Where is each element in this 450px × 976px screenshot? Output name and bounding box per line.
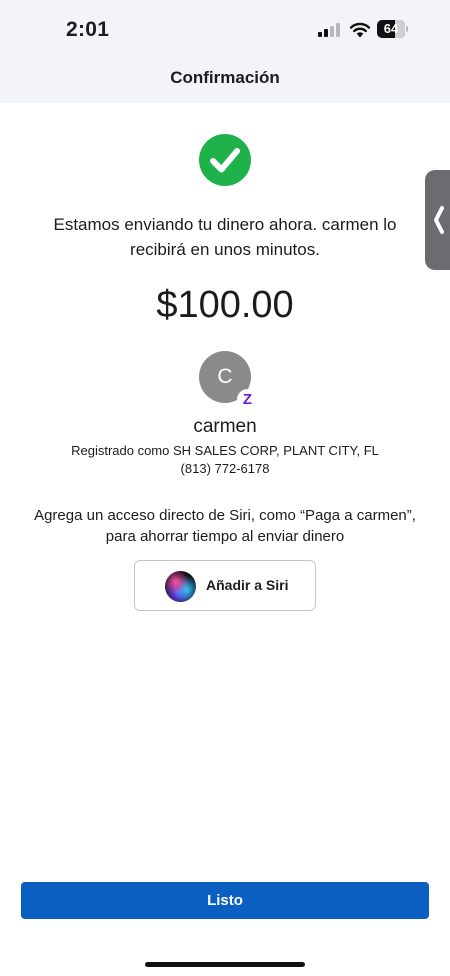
status-time: 2:01 <box>66 18 110 41</box>
recipient-name: carmen <box>193 416 257 437</box>
header: 2:01 64 Confirmación <box>0 0 450 103</box>
cellular-signal-icon <box>318 23 342 37</box>
checkmark-circle-icon <box>199 134 251 186</box>
battery-percentage: 64 <box>383 21 399 36</box>
add-to-siri-label: Añadir a Siri <box>206 577 289 593</box>
side-panel-handle[interactable] <box>425 170 450 270</box>
siri-icon <box>165 571 196 602</box>
page-title: Confirmación <box>170 68 280 87</box>
done-button[interactable]: Listo <box>21 882 429 919</box>
recipient-registration: Registrado como SH SALES CORP, PLANT CIT… <box>71 443 379 458</box>
siri-shortcut-prompt: Agrega un acceso directo de Siri, como “… <box>34 507 416 545</box>
amount-sent: $100.00 <box>156 284 294 326</box>
add-to-siri-button[interactable]: Añadir a Siri <box>134 560 316 611</box>
zelle-icon: Z <box>237 389 258 410</box>
recipient-phone: (813) 772-6178 <box>180 461 270 476</box>
wifi-icon <box>349 22 371 38</box>
chevron-left-icon <box>434 206 444 234</box>
home-indicator <box>145 962 305 967</box>
battery-icon: 64 <box>377 20 409 38</box>
zelle-badge-letter: Z <box>242 391 253 408</box>
confirmation-message: Estamos enviando tu dinero ahora. carmen… <box>53 215 397 259</box>
